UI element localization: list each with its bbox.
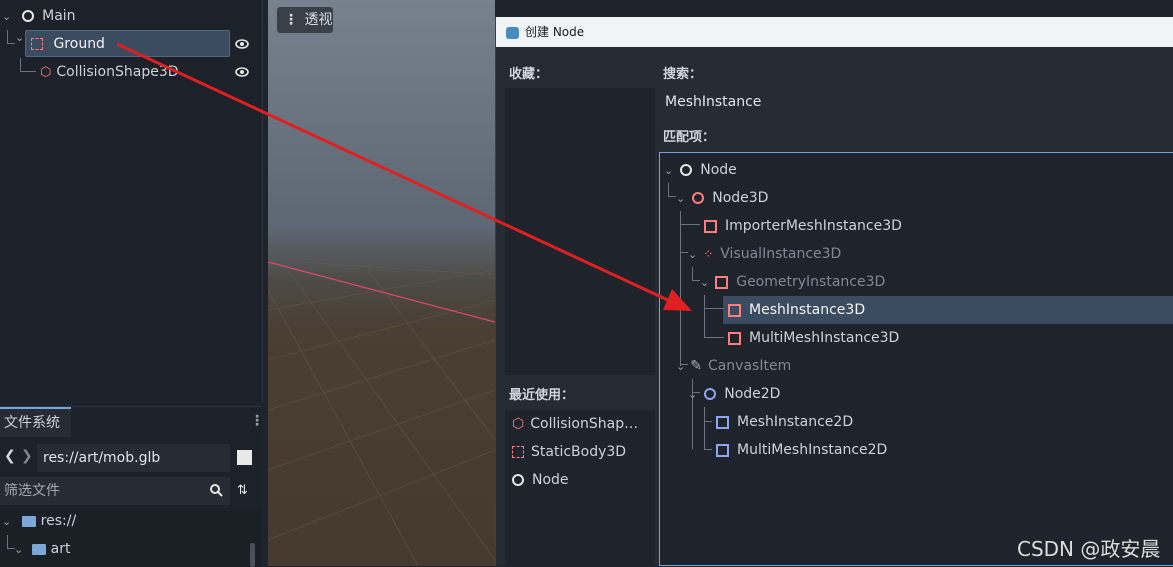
file-item-label: art	[50, 541, 71, 557]
recent-label: 最近使用：	[509, 388, 575, 403]
ground-grid	[268, 259, 495, 566]
perspective-view-button[interactable]: ⋮ 透视	[277, 7, 333, 33]
match-item-label: VisualInstance3D	[720, 246, 842, 262]
dialog-titlebar[interactable]: 创建 Node	[496, 17, 1173, 47]
multimesh-3d-icon	[728, 331, 741, 345]
chevron-down-icon[interactable]: ⌄	[2, 515, 11, 528]
godot-logo-icon	[506, 26, 519, 39]
static-body-icon	[31, 38, 43, 50]
mesh-instance-2d-icon	[716, 415, 729, 429]
node2d-circle-icon	[704, 388, 717, 400]
layout-toggle-icon[interactable]	[237, 450, 252, 465]
brush-icon: ✎	[690, 358, 702, 374]
match-item-node3d[interactable]: ⌄ Node3D	[676, 184, 768, 212]
chevron-down-icon[interactable]: ⌄	[700, 276, 709, 289]
recent-item-label: CollisionShap…	[530, 416, 639, 432]
match-item-label: MeshInstance2D	[737, 414, 854, 430]
recent-item[interactable]: ⬡ CollisionShap…	[512, 410, 638, 438]
scrollbar[interactable]	[250, 543, 255, 567]
tree-item-main[interactable]: ⌄ Main	[2, 2, 76, 30]
matches-tree: ⌄ Node ⌄ Node3D ImporterMeshInstance3D ⌄ ⁘ V…	[659, 152, 1173, 566]
match-item-node[interactable]: ⌄ Node	[664, 156, 737, 184]
match-item-label: GeometryInstance3D	[736, 274, 886, 290]
static-body-icon	[512, 446, 524, 458]
tree-item-label: Ground	[53, 36, 105, 52]
multimesh-2d-icon	[716, 443, 729, 457]
match-item-importermesh[interactable]: ImporterMeshInstance3D	[704, 212, 902, 240]
chevron-down-icon[interactable]: ⌄	[676, 192, 685, 205]
match-item-label: Node3D	[712, 190, 769, 206]
match-item-label: ImporterMeshInstance3D	[725, 218, 902, 234]
recent-item-label: Node	[532, 472, 569, 488]
node-circle-icon	[21, 10, 34, 22]
file-item-art[interactable]: ⌄ art	[14, 535, 71, 563]
node3d-circle-icon	[692, 192, 705, 204]
chevron-down-icon[interactable]: ⌄	[14, 543, 23, 556]
folder-icon	[31, 543, 46, 555]
recent-item[interactable]: Node	[512, 466, 569, 494]
create-node-dialog: 创建 Node 收藏： 搜索： MeshInstance 匹配项： 最近使用： …	[495, 17, 1173, 566]
chevron-down-icon[interactable]: ⌄	[2, 10, 11, 23]
match-item-meshinstance3d[interactable]: MeshInstance3D	[728, 296, 865, 324]
match-item-multimesh2d[interactable]: MultiMeshInstance2D	[716, 436, 887, 464]
tree-item-label: CollisionShape3D	[56, 64, 179, 80]
tree-item-collisionshape[interactable]: ⬡ CollisionShape3D	[40, 58, 179, 86]
tab-filesystem[interactable]: 文件系统	[0, 407, 71, 437]
favorites-label: 收藏：	[509, 67, 549, 82]
menu-dots-icon: ⋮	[284, 12, 298, 28]
folder-icon	[21, 515, 36, 527]
search-label: 搜索：	[663, 67, 703, 82]
visibility-eye-icon[interactable]	[235, 37, 249, 51]
match-item-multimesh3d[interactable]: MultiMeshInstance3D	[728, 324, 899, 352]
match-item-label: MeshInstance3D	[749, 302, 866, 318]
chevron-down-icon[interactable]: ⌄	[15, 31, 24, 44]
match-item-label: MultiMeshInstance3D	[749, 330, 900, 346]
dialog-title: 创建 Node	[525, 25, 585, 39]
recent-list: ⬡ CollisionShap… StaticBody3D Node	[505, 410, 655, 566]
node-circle-icon	[512, 474, 524, 486]
visual-instance-icon: ⁘	[703, 247, 714, 261]
scene-tree-panel: ⌄ Main ⌄ Ground ⬡ CollisionShape3D	[0, 0, 263, 402]
mesh-instance-3d-icon	[728, 303, 741, 317]
favorites-list	[505, 88, 655, 375]
visibility-eye-icon[interactable]	[235, 65, 249, 79]
match-item-label: Node	[700, 162, 737, 178]
filter-files-input[interactable]: 筛选文件	[0, 477, 230, 505]
chevron-down-icon[interactable]: ⌄	[664, 164, 673, 177]
file-item-res[interactable]: ⌄ res://	[2, 507, 76, 535]
chevron-down-icon[interactable]: ⌄	[688, 388, 697, 401]
3d-viewport[interactable]	[268, 0, 495, 566]
match-item-canvasitem[interactable]: ⌄ ✎ CanvasItem	[676, 352, 791, 380]
watermark: CSDN @政安晨	[1017, 537, 1161, 561]
view-button-label: 透视	[304, 12, 333, 28]
match-item-meshinstance2d[interactable]: MeshInstance2D	[716, 408, 853, 436]
match-item-visualinstance[interactable]: ⌄ ⁘ VisualInstance3D	[688, 240, 841, 268]
more-options-icon[interactable]: ⋮	[250, 413, 264, 429]
path-field[interactable]: res://art/mob.glb	[37, 444, 230, 472]
forward-arrow-icon[interactable]: ❯	[21, 448, 33, 464]
search-icon	[210, 484, 223, 497]
file-item-label: res://	[40, 513, 77, 529]
matches-label: 匹配项：	[663, 130, 716, 145]
importer-mesh-icon	[704, 219, 717, 233]
tree-item-ground[interactable]: Ground	[25, 30, 230, 57]
geometry-instance-icon	[715, 275, 729, 289]
filesystem-panel: 文件系统 ⋮ ❮ ❯ res://art/mob.glb 筛选文件 ⇅ ⌄ re…	[0, 406, 264, 567]
recent-item[interactable]: StaticBody3D	[512, 438, 626, 466]
collision-shape-icon: ⬡	[512, 416, 525, 432]
chevron-down-icon[interactable]: ⌄	[676, 360, 685, 373]
back-arrow-icon[interactable]: ❮	[4, 448, 16, 464]
match-item-label: CanvasItem	[707, 358, 792, 374]
search-input[interactable]: MeshInstance	[659, 88, 1173, 117]
match-item-label: Node2D	[724, 386, 781, 402]
match-item-geometryinstance[interactable]: ⌄ GeometryInstance3D	[700, 268, 885, 296]
match-item-node2d[interactable]: ⌄ Node2D	[688, 380, 780, 408]
collision-shape-icon: ⬡	[40, 65, 52, 80]
sort-icon[interactable]: ⇅	[237, 483, 248, 498]
recent-item-label: StaticBody3D	[531, 444, 627, 460]
match-item-label: MultiMeshInstance2D	[737, 442, 888, 458]
node-circle-icon	[680, 164, 693, 176]
chevron-down-icon[interactable]: ⌄	[688, 248, 697, 261]
tree-item-label: Main	[42, 8, 76, 24]
